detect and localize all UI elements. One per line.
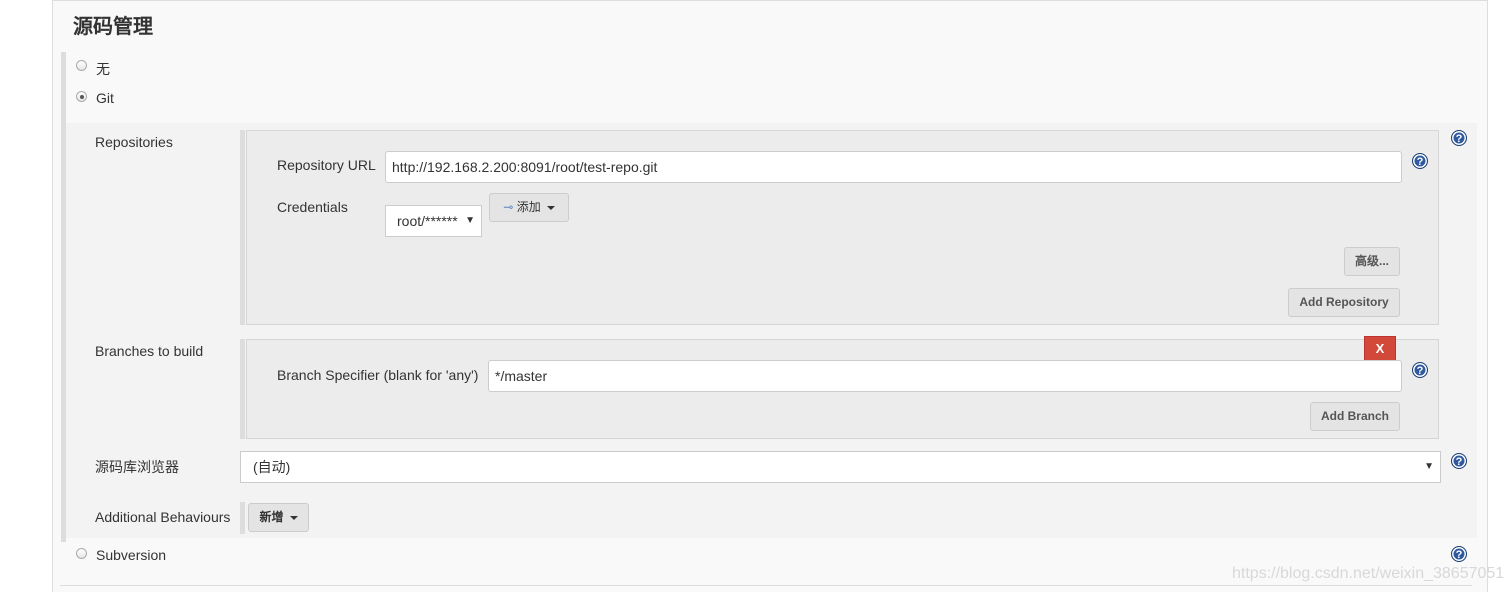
branches-bar xyxy=(240,339,245,439)
add-behaviour-button[interactable]: 新增 xyxy=(248,503,309,532)
help-icon[interactable]: ? xyxy=(1451,546,1467,562)
add-repository-button[interactable]: Add Repository xyxy=(1288,288,1400,317)
credentials-label: Credentials xyxy=(277,199,348,215)
radio-subversion[interactable] xyxy=(76,548,87,559)
radio-git-label[interactable]: Git xyxy=(96,90,114,106)
section-title: 源码管理 xyxy=(73,16,153,38)
dropdown-arrow-icon: ▼ xyxy=(1424,461,1434,472)
caret-down-icon xyxy=(546,205,555,210)
divider xyxy=(60,585,1472,586)
branch-specifier-input[interactable]: */master xyxy=(488,360,1402,392)
delete-branch-button[interactable]: X xyxy=(1364,336,1396,362)
dropdown-arrow-icon: ▼ xyxy=(465,215,475,226)
repo-url-label: Repository URL xyxy=(277,157,376,173)
help-icon[interactable]: ? xyxy=(1451,130,1467,146)
branches-label: Branches to build xyxy=(95,343,204,359)
credentials-select[interactable]: root/****** ▼ xyxy=(385,205,482,237)
help-icon[interactable]: ? xyxy=(1412,362,1428,378)
repositories-label: Repositories xyxy=(95,134,173,150)
repositories-bar xyxy=(240,130,245,325)
radio-none[interactable] xyxy=(76,60,87,71)
key-icon: ⊸ xyxy=(503,200,514,214)
repo-browser-value: (自动) xyxy=(253,459,291,475)
radio-git[interactable] xyxy=(76,91,87,102)
additional-behaviours-label: Additional Behaviours xyxy=(95,509,231,525)
watermark: https://blog.csdn.net/weixin_38657051 xyxy=(1232,565,1505,582)
repo-browser-select[interactable]: (自动) ▼ xyxy=(240,451,1441,483)
add-credentials-button[interactable]: ⊸ 添加 xyxy=(489,193,569,222)
credentials-value: root/****** xyxy=(397,213,458,229)
radio-subversion-label[interactable]: Subversion xyxy=(96,547,166,563)
radio-none-label[interactable]: 无 xyxy=(96,59,110,79)
branch-specifier-label: Branch Specifier (blank for 'any') xyxy=(277,367,479,383)
help-icon[interactable]: ? xyxy=(1451,453,1467,469)
add-branch-button[interactable]: Add Branch xyxy=(1310,402,1400,431)
advanced-button[interactable]: 高级... xyxy=(1344,247,1400,276)
repo-url-input[interactable]: http://192.168.2.200:8091/root/test-repo… xyxy=(385,151,1402,183)
help-icon[interactable]: ? xyxy=(1412,153,1428,169)
caret-down-icon xyxy=(289,515,298,520)
behaviours-bar xyxy=(240,502,245,534)
repo-browser-label: 源码库浏览器 xyxy=(95,459,179,475)
